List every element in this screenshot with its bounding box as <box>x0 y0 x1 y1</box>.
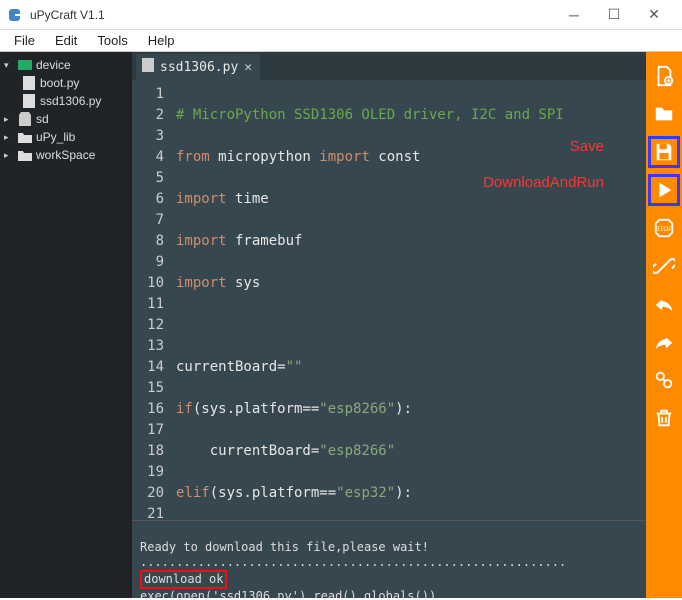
sd-icon <box>18 112 32 126</box>
folder-icon <box>18 130 32 144</box>
tabbar: ssd1306.py ✕ <box>132 52 646 80</box>
file-tree: ▾ device boot.py ssd1306.py ▸ sd ▸ uPy_l… <box>0 52 132 598</box>
console-line: ........................................… <box>140 555 566 569</box>
file-icon <box>142 58 154 76</box>
maximize-button[interactable]: ☐ <box>594 1 634 29</box>
window-controls: ─ ☐ ✕ <box>554 1 674 29</box>
download-ok-highlight: download ok <box>140 570 227 589</box>
tree-upylib[interactable]: ▸ uPy_lib <box>0 128 132 146</box>
editor-area: Save DownloadAndRun ssd1306.py ✕ 1 2 3 4… <box>132 52 646 598</box>
titlebar: uPyCraft V1.1 ─ ☐ ✕ <box>0 0 682 30</box>
minimize-button[interactable]: ─ <box>554 1 594 29</box>
menubar: File Edit Tools Help <box>0 30 682 52</box>
new-file-button[interactable] <box>650 62 678 90</box>
clear-button[interactable] <box>650 404 678 432</box>
tree-label: workSpace <box>36 148 95 162</box>
window-title: uPyCraft V1.1 <box>30 8 554 22</box>
board-icon <box>18 58 32 72</box>
tree-label: ssd1306.py <box>40 94 101 108</box>
expand-icon: ▸ <box>4 114 14 125</box>
tree-device[interactable]: ▾ device <box>0 56 132 74</box>
console-line: Ready to download this file,please wait! <box>140 540 429 554</box>
tree-workspace[interactable]: ▸ workSpace <box>0 146 132 164</box>
connect-button[interactable] <box>650 252 678 280</box>
menu-help[interactable]: Help <box>140 31 183 50</box>
file-icon <box>22 94 36 108</box>
tree-label: uPy_lib <box>36 130 75 144</box>
tab-ssd1306[interactable]: ssd1306.py ✕ <box>136 54 260 80</box>
tree-label: sd <box>36 112 49 126</box>
redo-button[interactable] <box>650 328 678 356</box>
expand-icon: ▸ <box>4 132 14 143</box>
close-button[interactable]: ✕ <box>634 1 674 29</box>
folder-icon <box>18 148 32 162</box>
tree-file-boot[interactable]: boot.py <box>0 74 132 92</box>
console-line: exec(open('ssd1306.py').read(),globals()… <box>140 589 436 598</box>
tree-sd[interactable]: ▸ sd <box>0 110 132 128</box>
expand-icon: ▸ <box>4 150 14 161</box>
syntax-check-button[interactable] <box>650 366 678 394</box>
menu-edit[interactable]: Edit <box>47 31 85 50</box>
menu-file[interactable]: File <box>6 31 43 50</box>
menu-tools[interactable]: Tools <box>89 31 135 50</box>
console[interactable]: Ready to download this file,please wait!… <box>132 520 646 598</box>
svg-text:STOP: STOP <box>655 226 672 233</box>
stop-button[interactable]: STOP <box>650 214 678 242</box>
line-gutter: 1 2 3 4 5 6 7 ▣8 9 ▣10 11 ▣12 13 14 15 1… <box>132 80 170 520</box>
collapse-icon: ▾ <box>4 60 14 71</box>
code-editor[interactable]: 1 2 3 4 5 6 7 ▣8 9 ▣10 11 ▣12 13 14 15 1… <box>132 80 646 520</box>
app-icon <box>8 7 24 23</box>
file-icon <box>22 76 36 90</box>
save-button[interactable] <box>650 138 678 166</box>
open-file-button[interactable] <box>650 100 678 128</box>
tab-label: ssd1306.py <box>160 60 238 75</box>
code-content[interactable]: # MicroPython SSD1306 OLED driver, I2C a… <box>170 80 646 520</box>
tab-close-icon[interactable]: ✕ <box>244 60 252 75</box>
tree-label: boot.py <box>40 76 79 90</box>
tree-file-ssd1306[interactable]: ssd1306.py <box>0 92 132 110</box>
toolbar: STOP <box>646 52 682 598</box>
download-run-button[interactable] <box>650 176 678 204</box>
tree-label: device <box>36 58 71 72</box>
undo-button[interactable] <box>650 290 678 318</box>
